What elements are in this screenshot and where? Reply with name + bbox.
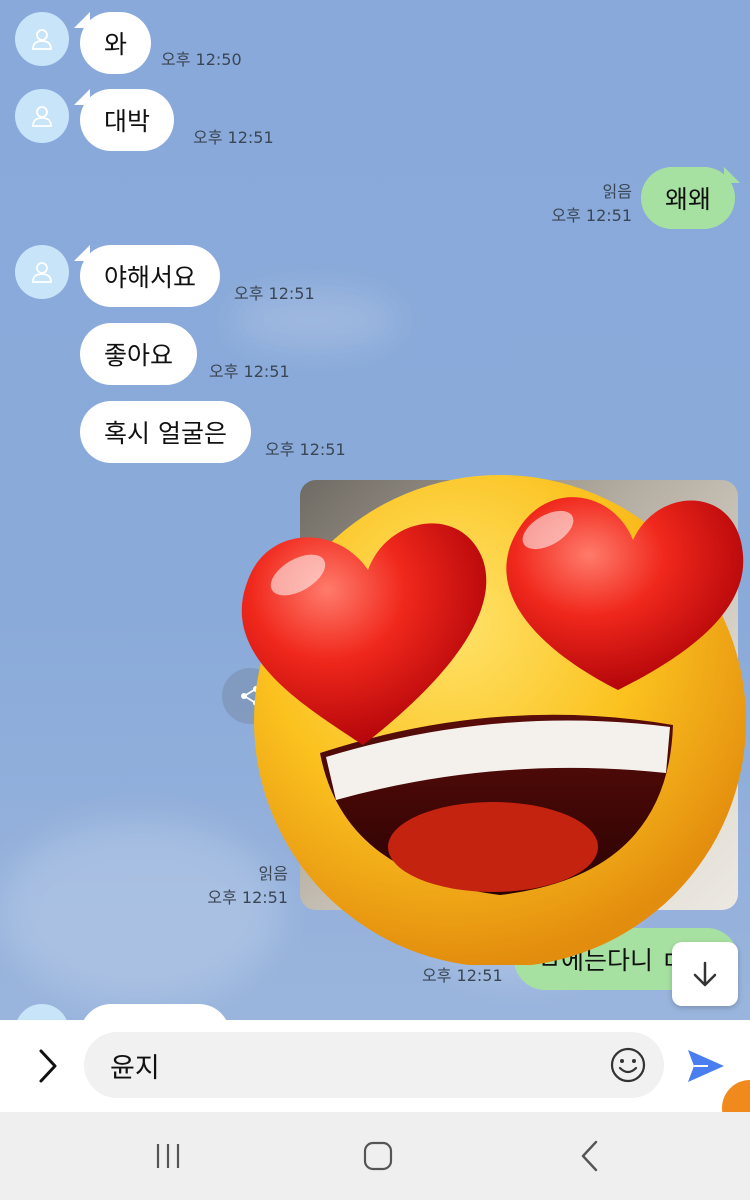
message-input[interactable]: 윤지 — [84, 1032, 664, 1098]
back-button[interactable] — [570, 1136, 610, 1176]
arrow-down-icon — [693, 961, 717, 987]
sender-avatar[interactable] — [15, 245, 69, 299]
expand-menu-button[interactable] — [28, 1046, 68, 1086]
message-bubble-outgoing[interactable]: 왜왜 — [641, 167, 736, 229]
message-time: 오후 12:51 — [193, 128, 274, 147]
message-time: 오후 12:50 — [161, 50, 242, 69]
message-bubble-incoming[interactable] — [80, 1004, 230, 1020]
system-nav-bar — [0, 1112, 750, 1200]
message-bubble-incoming[interactable]: 와 — [80, 12, 152, 74]
message-time: 오후 12:51 — [551, 206, 632, 225]
message-bubble-incoming[interactable]: 좋아요 — [80, 323, 198, 385]
input-bar: 윤지 — [0, 1020, 750, 1112]
back-icon — [581, 1140, 598, 1172]
person-icon — [32, 29, 52, 50]
send-button[interactable] — [684, 1044, 728, 1088]
send-icon — [688, 1050, 724, 1082]
message-time: 오후 12:51 — [209, 362, 290, 381]
message-bubble-incoming[interactable]: 혹시 얼굴은 — [80, 401, 251, 463]
person-icon — [32, 106, 52, 127]
message-time: 오후 12:51 — [234, 284, 315, 303]
emoji-button[interactable] — [608, 1045, 648, 1085]
scroll-to-bottom-button[interactable] — [672, 942, 738, 1006]
heart-eyes-emoji — [241, 475, 746, 965]
person-icon — [32, 262, 52, 283]
bubble-tail — [724, 167, 740, 183]
message-input-text: 윤지 — [110, 1052, 160, 1084]
sender-avatar[interactable] — [15, 89, 69, 143]
chat-area[interactable]: 와 오후 12:50 대박 오후 12:51 읽음 오후 12:51 왜왜 야해… — [0, 0, 750, 1020]
message-bubble-incoming[interactable]: 야해서요 — [80, 245, 221, 307]
home-icon — [363, 1141, 393, 1171]
smiley-icon — [610, 1047, 646, 1083]
sender-avatar[interactable] — [15, 1004, 69, 1020]
recent-apps-button[interactable] — [148, 1136, 188, 1176]
chevron-right-icon — [39, 1049, 57, 1083]
message-bubble-incoming[interactable]: 대박 — [80, 89, 175, 151]
home-button[interactable] — [358, 1136, 398, 1176]
sender-avatar[interactable] — [15, 12, 69, 66]
read-receipt: 읽음 — [602, 182, 632, 201]
message-time: 오후 12:51 — [422, 966, 503, 985]
recent-apps-icon — [156, 1144, 180, 1168]
